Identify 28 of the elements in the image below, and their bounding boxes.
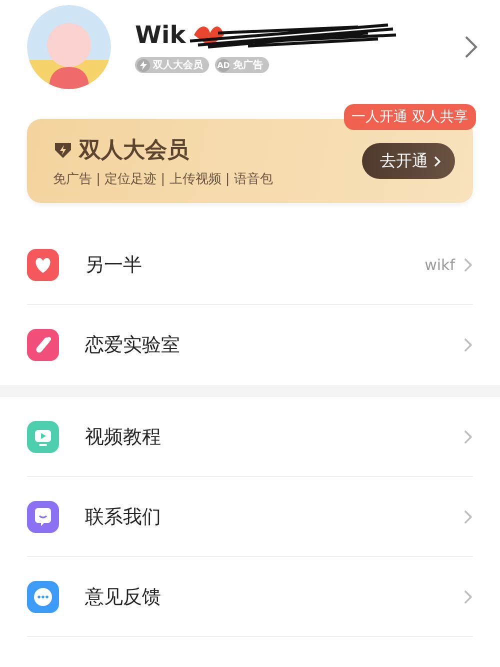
card-title: 双人大会员 [79,136,189,164]
menu-item[interactable]: 另一半 wikf [27,225,473,305]
perks-text: 免广告 | 定位足迹 | 上传视频 | 语音包 [53,170,273,188]
activate-button[interactable]: 去开通 [362,143,455,179]
chevron-icon [463,336,473,352]
menu-label: 视频教程 [85,424,162,450]
avatar[interactable] [27,5,111,89]
menu-value: wikf [424,256,455,274]
menu-label: 恋爱实验室 [85,332,181,358]
menu-item[interactable]: 联系我们 [27,477,473,557]
chevron-icon [463,428,473,444]
feedback-icon [27,580,59,612]
chevron-icon [463,256,473,272]
promo-tag: 一人开通 双人共享 [344,104,476,130]
menu-item[interactable]: 恋爱实验室 [27,305,473,385]
menu-label: 另一半 [85,252,143,278]
menu-label: 意见反馈 [85,584,162,610]
menu-label: 联系我们 [85,504,162,530]
chevron-icon [463,588,473,604]
menu-item[interactable]: 视频教程 [27,397,473,477]
vip-badge: 双人大会员 [135,57,209,73]
user-name: Wik [135,21,186,49]
no-ads-badge: AD 免广告 [215,57,269,73]
menu-item[interactable]: 意见反馈 [27,557,473,637]
video-icon [27,420,59,452]
chevron-icon [434,156,441,166]
chevron-icon[interactable] [464,35,478,59]
chevron-icon [463,508,473,524]
